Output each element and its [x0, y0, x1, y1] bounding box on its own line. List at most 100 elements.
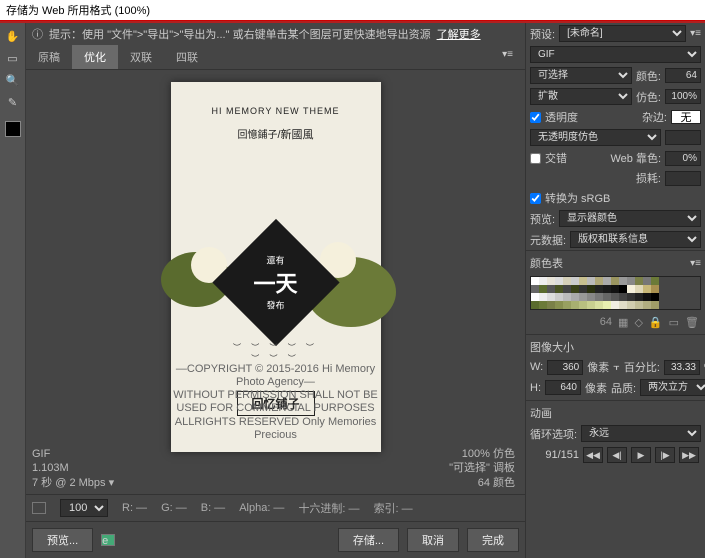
color-table[interactable]	[530, 276, 701, 310]
color-swatch-cell[interactable]	[587, 285, 595, 293]
nav-icon[interactable]	[32, 502, 46, 514]
preview-image[interactable]: HI MEMORY NEW THEME 回憶鋪子/新國風 還有一天發布 ︶ ︶ …	[171, 82, 381, 452]
color-swatch-cell[interactable]	[603, 293, 611, 301]
tab-4up[interactable]: 四联	[164, 45, 210, 69]
preview-select[interactable]: 显示器颜色	[559, 210, 701, 227]
color-swatch-cell[interactable]	[627, 301, 635, 309]
color-swatch-cell[interactable]	[531, 285, 539, 293]
tab-menu-icon[interactable]: ▾≡	[490, 45, 525, 69]
colors-input[interactable]	[665, 68, 701, 83]
color-swatch-cell[interactable]	[571, 277, 579, 285]
color-swatch-cell[interactable]	[595, 277, 603, 285]
color-swatch-cell[interactable]	[611, 293, 619, 301]
color-swatch-cell[interactable]	[603, 301, 611, 309]
reduction-select[interactable]: 可选择	[530, 67, 632, 84]
loop-select[interactable]: 永远	[581, 425, 701, 442]
eyedropper-tool[interactable]: ✎	[4, 93, 22, 111]
color-swatch-cell[interactable]	[643, 277, 651, 285]
colortable-menu-icon[interactable]: ▾≡	[690, 258, 701, 269]
color-swatch-cell[interactable]	[643, 301, 651, 309]
color-swatch-cell[interactable]	[563, 293, 571, 301]
color-swatch-cell[interactable]	[627, 293, 635, 301]
color-swatch-cell[interactable]	[547, 301, 555, 309]
color-swatch-cell[interactable]	[635, 301, 643, 309]
matte-input[interactable]	[671, 110, 701, 124]
websnap-input[interactable]	[665, 151, 701, 166]
color-swatch-cell[interactable]	[651, 301, 659, 309]
color-swatch-cell[interactable]	[643, 285, 651, 293]
zoom-tool[interactable]: 🔍	[4, 71, 22, 89]
color-swatch-cell[interactable]	[595, 285, 603, 293]
learn-more-link[interactable]: 了解更多	[437, 26, 481, 42]
trans-dither-select[interactable]: 无透明度仿色	[530, 129, 661, 146]
color-swatch-cell[interactable]	[603, 285, 611, 293]
color-swatch-cell[interactable]	[627, 277, 635, 285]
color-swatch-cell[interactable]	[611, 301, 619, 309]
color-swatch[interactable]	[5, 121, 21, 137]
color-swatch-cell[interactable]	[539, 301, 547, 309]
color-swatch-cell[interactable]	[611, 285, 619, 293]
srgb-checkbox[interactable]	[530, 193, 541, 204]
ct-trash-icon[interactable]: 🗑	[685, 316, 699, 329]
dither-select[interactable]: 扩散	[530, 88, 632, 105]
preset-menu-icon[interactable]: ▾≡	[690, 28, 701, 39]
percent-input[interactable]	[664, 360, 700, 375]
play-button[interactable]: ▶	[631, 447, 651, 463]
prev-frame-button[interactable]: ◀|	[607, 447, 627, 463]
preview-button[interactable]: 预览...	[32, 528, 93, 552]
quality-select[interactable]: 两次立方（较平...	[640, 379, 705, 396]
lossy-input[interactable]	[665, 171, 701, 186]
color-swatch-cell[interactable]	[635, 285, 643, 293]
color-swatch-cell[interactable]	[651, 293, 659, 301]
color-swatch-cell[interactable]	[547, 277, 555, 285]
color-swatch-cell[interactable]	[619, 277, 627, 285]
tab-original[interactable]: 原稿	[26, 45, 72, 69]
ct-icon1[interactable]: ▦	[618, 316, 628, 329]
color-swatch-cell[interactable]	[579, 277, 587, 285]
cancel-button[interactable]: 取消	[407, 528, 459, 552]
color-swatch-cell[interactable]	[611, 277, 619, 285]
browser-icon[interactable]: e	[101, 534, 115, 546]
color-swatch-cell[interactable]	[587, 277, 595, 285]
done-button[interactable]: 完成	[467, 528, 519, 552]
interlace-checkbox[interactable]	[530, 153, 541, 164]
link-icon[interactable]: ⫟	[613, 361, 620, 374]
ct-new-icon[interactable]: ▭	[669, 316, 679, 329]
color-swatch-cell[interactable]	[579, 285, 587, 293]
color-swatch-cell[interactable]	[619, 285, 627, 293]
dither-input[interactable]	[665, 89, 701, 104]
next-frame-button[interactable]: |▶	[655, 447, 675, 463]
color-swatch-cell[interactable]	[547, 285, 555, 293]
color-swatch-cell[interactable]	[547, 293, 555, 301]
color-swatch-cell[interactable]	[571, 285, 579, 293]
color-swatch-cell[interactable]	[603, 277, 611, 285]
color-swatch-cell[interactable]	[627, 285, 635, 293]
preset-select[interactable]: [未命名]	[559, 25, 686, 42]
tab-optimized[interactable]: 优化	[72, 45, 118, 69]
metadata-select[interactable]: 版权和联系信息	[570, 231, 701, 248]
color-swatch-cell[interactable]	[587, 301, 595, 309]
color-swatch-cell[interactable]	[555, 293, 563, 301]
color-swatch-cell[interactable]	[571, 301, 579, 309]
ct-icon2[interactable]: ◇	[634, 316, 642, 329]
color-swatch-cell[interactable]	[555, 285, 563, 293]
color-swatch-cell[interactable]	[635, 293, 643, 301]
format-select[interactable]: GIF	[530, 46, 701, 63]
color-swatch-cell[interactable]	[579, 293, 587, 301]
color-swatch-cell[interactable]	[579, 301, 587, 309]
color-swatch-cell[interactable]	[595, 293, 603, 301]
last-frame-button[interactable]: ▶▶	[679, 447, 699, 463]
color-swatch-cell[interactable]	[555, 277, 563, 285]
hand-tool[interactable]: ✋	[4, 27, 22, 45]
color-swatch-cell[interactable]	[571, 293, 579, 301]
zoom-select[interactable]: 100%	[60, 499, 108, 517]
ct-icon3[interactable]: 🔒	[649, 316, 663, 329]
trans-amount-input[interactable]	[665, 130, 701, 145]
tab-2up[interactable]: 双联	[118, 45, 164, 69]
color-swatch-cell[interactable]	[531, 301, 539, 309]
color-swatch-cell[interactable]	[587, 293, 595, 301]
transparency-checkbox[interactable]	[530, 112, 541, 123]
color-swatch-cell[interactable]	[643, 293, 651, 301]
color-swatch-cell[interactable]	[619, 293, 627, 301]
width-input[interactable]	[547, 360, 583, 375]
